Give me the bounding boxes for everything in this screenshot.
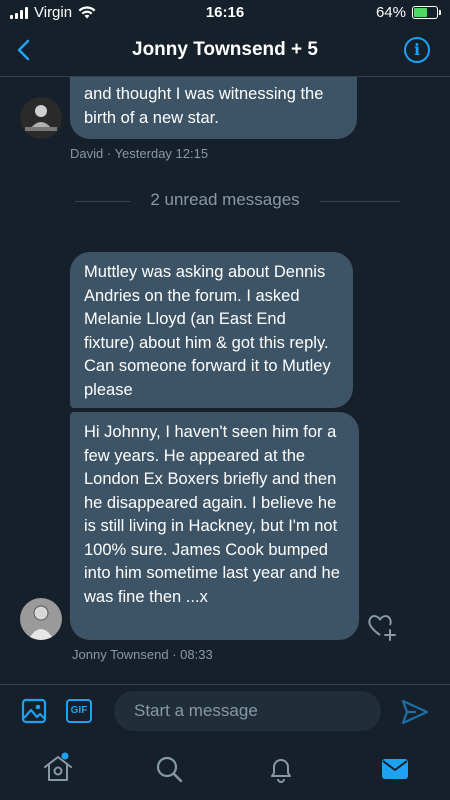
envelope-icon [382,759,408,779]
unread-divider: 2 unread messages [0,189,450,213]
battery-icon [412,6,441,19]
tab-notifications[interactable] [266,754,296,784]
message-text: Hi Johnny, I haven't seen him for a few … [84,423,340,606]
message-input[interactable] [114,691,381,731]
message-meta: Jonny Townsend · 08:33 [72,647,213,662]
tab-search[interactable] [154,754,184,784]
conversation-title[interactable]: Jonny Townsend + 5 [60,39,390,61]
sender-name: Jonny Townsend [72,647,169,662]
battery-percent: 64% [375,4,406,21]
message-bubble[interactable]: and thought I was witnessing the birth o… [70,77,357,139]
unread-count-label: 2 unread messages [150,190,300,209]
gif-label: GIF [70,705,88,716]
message-bubble[interactable]: Muttley was asking about Dennis Andries … [70,252,353,408]
send-icon[interactable] [400,698,430,726]
back-chevron-icon[interactable] [12,36,38,64]
status-right: 64% [375,4,441,21]
tab-home[interactable] [41,752,75,786]
tab-messages[interactable] [380,755,410,783]
avatar-david[interactable] [20,97,62,139]
image-icon[interactable] [21,698,47,724]
tab-bar [0,740,450,800]
message-composer: GIF [0,684,450,741]
message-bubble[interactable]: Hi Johnny, I haven't seen him for a few … [70,412,359,640]
gif-button[interactable]: GIF [66,699,92,723]
message-input-container[interactable] [114,691,381,731]
conversation-header: Jonny Townsend + 5 i [0,26,450,77]
battery-fill [414,8,427,17]
sender-name: David [70,146,104,161]
info-icon[interactable]: i [404,37,430,63]
home-icon [44,752,72,781]
message-text: Muttley was asking about Dennis Andries … [84,263,331,399]
message-timestamp: · Yesterday 12:15 [106,146,209,161]
status-bar: Virgin 16:16 64% [0,0,450,26]
message-meta: David · Yesterday 12:15 [70,146,208,161]
bell-icon [271,759,291,783]
message-list[interactable]: and thought I was witnessing the birth o… [0,77,450,684]
search-icon [156,756,183,783]
message-text: and thought I was witnessing the birth o… [84,85,324,127]
like-heart-plus-icon[interactable] [366,611,398,641]
message-timestamp: · 08:33 [172,647,213,662]
avatar-jonny-townsend[interactable] [20,598,62,640]
